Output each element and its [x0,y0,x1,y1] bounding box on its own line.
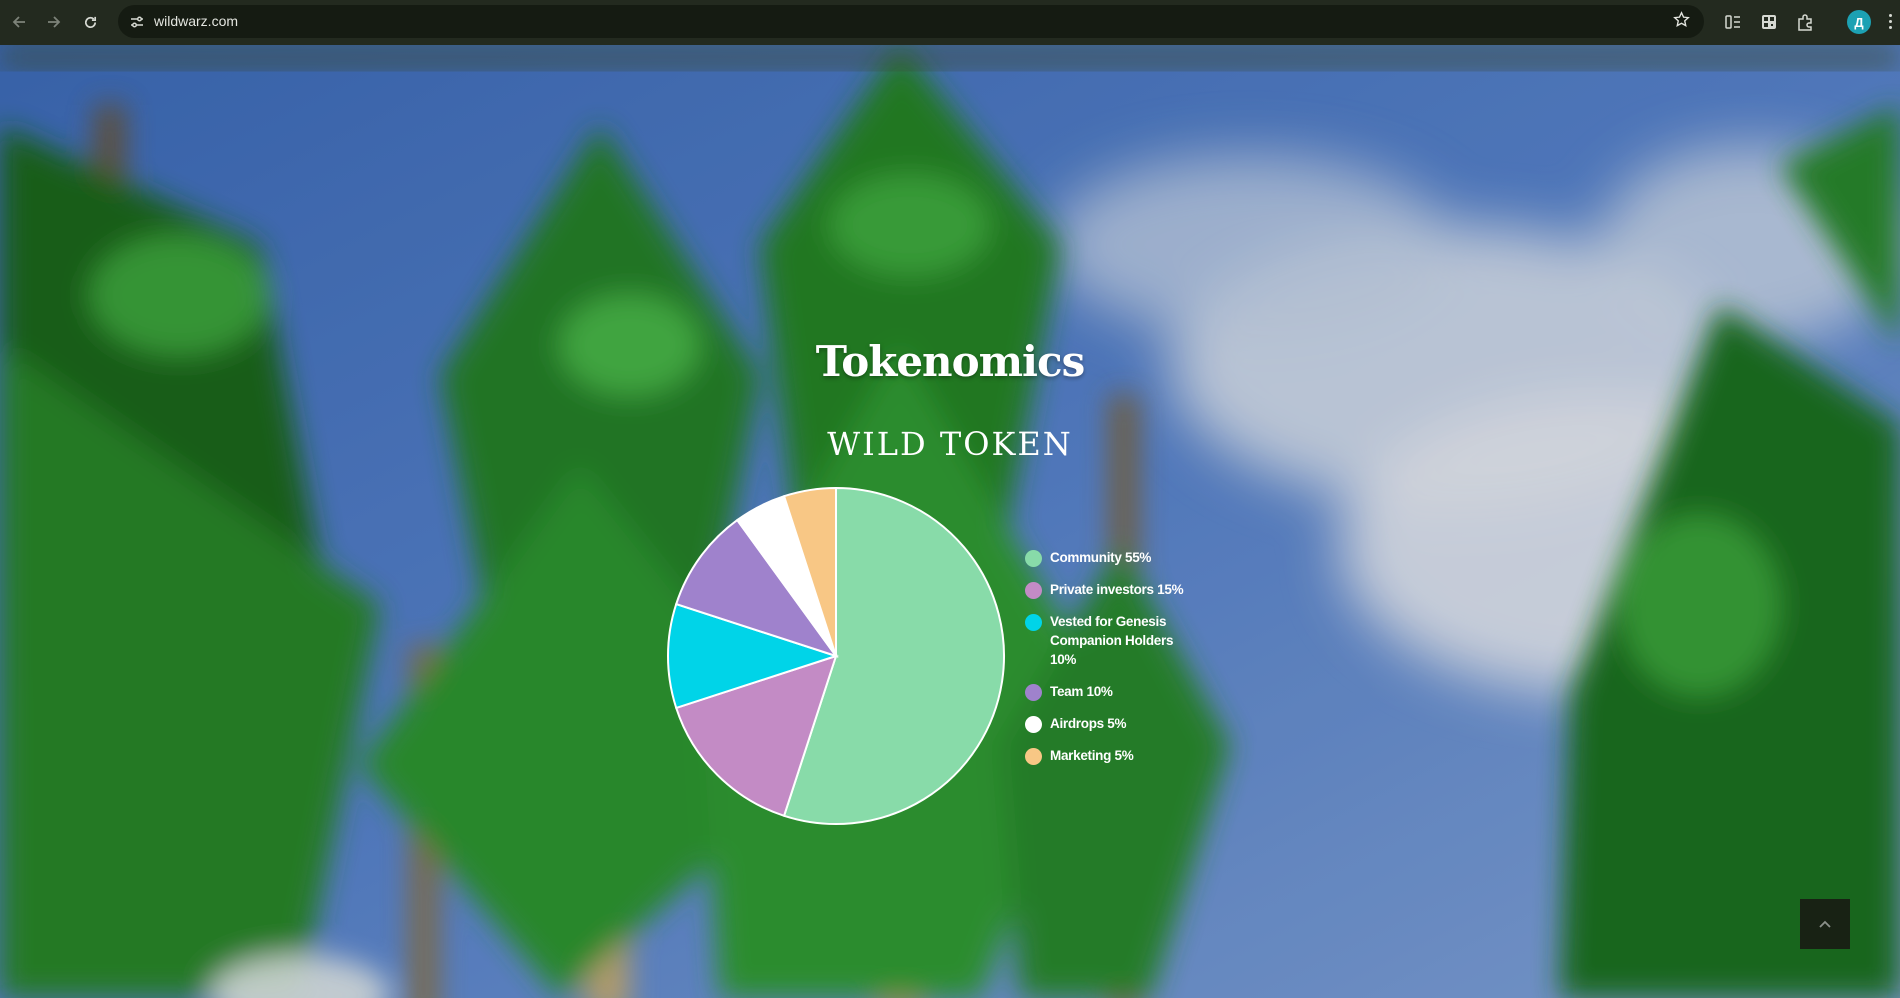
arrow-left-icon [12,16,25,28]
legend-item[interactable]: Marketing 5% [1025,746,1195,765]
legend-label: Marketing 5% [1050,748,1134,763]
legend-label: Team 10% [1050,684,1113,699]
legend-label: Airdrops 5% [1050,716,1127,731]
forward-button[interactable] [42,10,66,34]
legend-swatch [1025,550,1042,567]
url-text[interactable]: wildwarz.com [154,13,238,29]
legend-swatch [1025,614,1042,631]
legend-item[interactable]: Community 55% [1025,548,1195,567]
legend-swatch [1025,748,1042,765]
legend-swatch [1025,684,1042,701]
reading-mode-icon[interactable] [1722,11,1744,33]
back-button[interactable] [7,10,31,34]
legend-item[interactable]: Vested for Genesis Companion Holders 10% [1025,612,1195,669]
arrow-right-icon [48,16,61,28]
reload-button[interactable] [78,10,102,34]
legend-item[interactable]: Airdrops 5% [1025,714,1195,733]
legend-item[interactable]: Private investors 15% [1025,580,1195,599]
address-bar[interactable]: wildwarz.com [118,5,1704,38]
scroll-to-top-button[interactable] [1800,899,1850,949]
chevron-up-icon [1819,920,1831,928]
legend-label: Private investors 15% [1050,582,1184,597]
reload-icon [84,16,96,28]
tune-icon[interactable] [128,13,146,31]
chart-title: WILD TOKEN [827,425,1073,463]
browser-toolbar: wildwarz.com Д [0,0,1900,45]
browser-menu-icon[interactable] [1888,12,1894,34]
legend-label: Vested for Genesis Companion Holders 10% [1050,614,1174,667]
profile-avatar[interactable]: Д [1847,10,1871,34]
qr-code-icon[interactable] [1758,11,1780,33]
extensions-icon[interactable] [1794,11,1816,33]
pie-chart [666,486,1006,826]
legend-item[interactable]: Team 10% [1025,682,1195,701]
section-title: Tokenomics [815,337,1085,386]
legend-label: Community 55% [1050,550,1152,565]
pie-chart-svg [667,486,1005,825]
legend-swatch [1025,582,1042,599]
legend-swatch [1025,716,1042,733]
chart-legend: Community 55% Private investors 15% Vested… [1025,548,1195,778]
star-icon[interactable] [1673,11,1690,28]
